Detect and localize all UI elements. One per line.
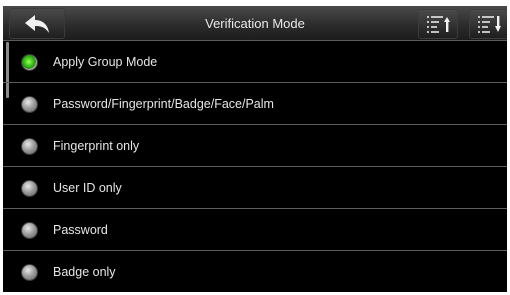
- sort-ascending-icon: [427, 16, 450, 33]
- option-password-fingerprint-badge-face-palm[interactable]: Password/Fingerprint/Badge/Face/Palm: [3, 83, 507, 125]
- radio-button[interactable]: [21, 180, 38, 197]
- option-user-id-only[interactable]: User ID only: [3, 167, 507, 209]
- option-badge-only[interactable]: Badge only: [3, 251, 507, 292]
- radio-button[interactable]: [21, 96, 38, 113]
- option-label: Password: [53, 223, 108, 237]
- option-label: Badge only: [53, 265, 116, 279]
- verification-mode-list: Apply Group Mode Password/Fingerprint/Ba…: [3, 41, 507, 292]
- back-arrow-icon: [25, 14, 49, 33]
- sort-descending-button[interactable]: [469, 9, 507, 39]
- screen: Verification Mode Apply Group Mode Passw…: [3, 6, 507, 292]
- option-password[interactable]: Password: [3, 209, 507, 251]
- sort-ascending-button[interactable]: [418, 9, 458, 39]
- option-label: Fingerprint only: [53, 139, 140, 153]
- option-label: Apply Group Mode: [53, 55, 158, 69]
- option-label: User ID only: [53, 181, 122, 195]
- option-fingerprint-only[interactable]: Fingerprint only: [3, 125, 507, 167]
- header-bar: Verification Mode: [3, 6, 507, 41]
- radio-button[interactable]: [21, 54, 38, 71]
- option-label: Password/Fingerprint/Badge/Face/Palm: [53, 97, 274, 111]
- radio-button[interactable]: [21, 264, 38, 281]
- back-button[interactable]: [9, 8, 65, 39]
- sort-descending-icon: [478, 16, 501, 33]
- radio-button[interactable]: [21, 222, 38, 239]
- page-title: Verification Mode: [205, 16, 305, 31]
- option-apply-group-mode[interactable]: Apply Group Mode: [3, 41, 507, 83]
- radio-button[interactable]: [21, 138, 38, 155]
